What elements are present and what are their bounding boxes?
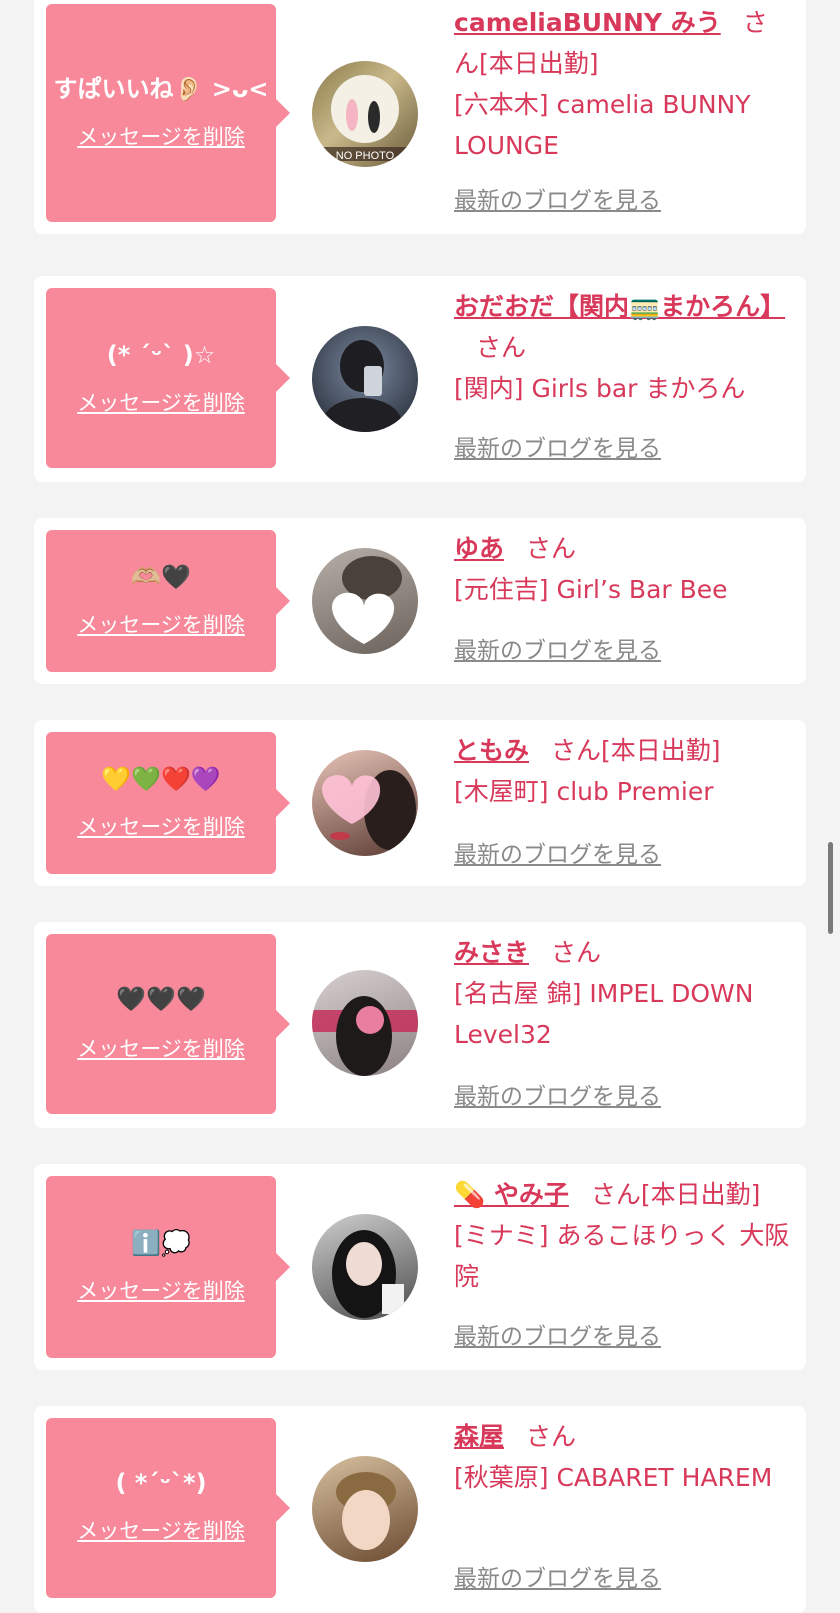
message-card: (* ˊᵕˋ )☆ メッセージを削除 おだおだ【関内🚃まかろん】さん [関内] …	[34, 276, 806, 482]
area-shop: [六本木] camelia BUNNY LOUNGE	[454, 90, 751, 160]
message-bubble: すぱいいね👂🏻 >ᴗ< メッセージを削除	[46, 4, 290, 222]
cast-name-link[interactable]: おだおだ【関内🚃まかろん】	[454, 292, 785, 321]
avatar[interactable]	[312, 548, 418, 654]
attendance-badge: [本日出勤]	[479, 49, 599, 78]
avatar[interactable]	[312, 326, 418, 432]
message-bubble: (* ˊᵕˋ )☆ メッセージを削除	[46, 288, 290, 468]
latest-blog-link[interactable]: 最新のブログを見る	[454, 1564, 661, 1594]
message-card: 💛💚❤️💜 メッセージを削除 ともみ さん[本日出勤] [木屋町] club Pr…	[34, 720, 806, 886]
message-text: ℹ️💭	[131, 1229, 191, 1257]
honorific: さん	[526, 1422, 577, 1451]
message-text: (* ˊᵕˋ )☆	[106, 341, 216, 369]
area-shop: [ミナミ] あるこほりっく 大阪院	[454, 1221, 790, 1291]
message-text: ( *ˊᵕˋ*)	[115, 1469, 207, 1497]
delete-message-link[interactable]: メッセージを削除	[46, 1518, 276, 1544]
message-bubble: 🫶🏼🖤 メッセージを削除	[46, 530, 290, 672]
honorific: さん	[551, 938, 602, 967]
cast-name-link[interactable]: 森屋	[454, 1422, 504, 1451]
delete-message-link[interactable]: メッセージを削除	[46, 814, 276, 840]
avatar[interactable]	[312, 1214, 418, 1320]
latest-blog-link[interactable]: 最新のブログを見る	[454, 840, 661, 870]
honorific: さん	[476, 333, 527, 362]
profile-info: おだおだ【関内🚃まかろん】さん [関内] Girls bar まかろん	[454, 286, 790, 409]
cast-name-link[interactable]: cameliaBUNNY みう	[454, 8, 721, 37]
message-text: 💛💚❤️💜	[101, 765, 221, 793]
area-shop: [木屋町] club Premier	[454, 777, 714, 806]
person-photo-icon	[332, 556, 402, 644]
honorific: さん	[526, 534, 577, 563]
latest-blog-link[interactable]: 最新のブログを見る	[454, 636, 661, 666]
honorific: さん	[551, 736, 602, 765]
latest-blog-link[interactable]: 最新のブログを見る	[454, 1082, 661, 1112]
cast-name-link[interactable]: 💊 やみ子	[454, 1180, 569, 1209]
person-photo-icon	[322, 340, 402, 432]
attendance-badge: [本日出勤]	[601, 736, 721, 765]
svg-text:NO PHOTO: NO PHOTO	[336, 150, 395, 162]
avatar[interactable]	[312, 750, 418, 856]
profile-info: みさき さん [名古屋 錦] IMPEL DOWN Level32	[454, 932, 790, 1055]
latest-blog-link[interactable]: 最新のブログを見る	[454, 1322, 661, 1352]
delete-message-link[interactable]: メッセージを削除	[46, 1278, 276, 1304]
person-photo-icon	[322, 770, 416, 850]
avatar[interactable]	[312, 1456, 418, 1562]
profile-info: 💊 やみ子 さん[本日出勤] [ミナミ] あるこほりっく 大阪院	[454, 1174, 790, 1297]
delete-message-link[interactable]: メッセージを削除	[46, 612, 276, 638]
person-photo-icon	[312, 996, 418, 1076]
profile-info: ゆあ さん [元住吉] Girl’s Bar Bee	[454, 528, 790, 610]
attendance-badge: [本日出勤]	[640, 1180, 761, 1209]
message-bubble: ℹ️💭 メッセージを削除	[46, 1176, 290, 1358]
delete-message-link[interactable]: メッセージを削除	[46, 390, 276, 416]
message-text: 🖤🖤🖤	[116, 985, 206, 1013]
latest-blog-link[interactable]: 最新のブログを見る	[454, 434, 661, 464]
message-bubble: 🖤🖤🖤 メッセージを削除	[46, 934, 290, 1114]
message-bubble: ( *ˊᵕˋ*) メッセージを削除	[46, 1418, 290, 1598]
profile-info: 森屋 さん [秋葉原] CABARET HAREM	[454, 1416, 790, 1498]
profile-info: ともみ さん[本日出勤] [木屋町] club Premier	[454, 730, 790, 812]
message-card: すぱいいね👂🏻 >ᴗ< メッセージを削除 NO PHOTO cameliaBUN…	[34, 0, 806, 234]
profile-info: cameliaBUNNY みう さん[本日出勤] [六本木] camelia BU…	[454, 2, 790, 166]
message-card: 🖤🖤🖤 メッセージを削除 みさき さん [名古屋 錦] IMPEL DOWN Le…	[34, 922, 806, 1128]
delete-message-link[interactable]: メッセージを削除	[46, 124, 276, 150]
cast-name-link[interactable]: みさき	[454, 938, 529, 967]
scrollbar[interactable]	[828, 842, 833, 934]
message-card: ( *ˊᵕˋ*) メッセージを削除 森屋 さん [秋葉原] CABARET HAR…	[34, 1406, 806, 1613]
message-text: すぱいいね👂🏻 >ᴗ<	[53, 75, 269, 103]
message-text: 🫶🏼🖤	[131, 563, 191, 591]
cast-name-link[interactable]: ゆあ	[454, 534, 504, 563]
message-bubble: 💛💚❤️💜 メッセージを削除	[46, 732, 290, 874]
area-shop: [元住吉] Girl’s Bar Bee	[454, 575, 728, 604]
delete-message-link[interactable]: メッセージを削除	[46, 1036, 276, 1062]
person-photo-icon	[336, 1472, 396, 1550]
cast-name-link[interactable]: ともみ	[454, 736, 529, 765]
area-shop: [名古屋 錦] IMPEL DOWN Level32	[454, 979, 754, 1049]
avatar[interactable]	[312, 970, 418, 1076]
area-shop: [秋葉原] CABARET HAREM	[454, 1463, 773, 1492]
bunny-logo-icon: NO PHOTO	[320, 75, 410, 162]
latest-blog-link[interactable]: 最新のブログを見る	[454, 186, 661, 216]
area-shop: [関内] Girls bar まかろん	[454, 374, 746, 403]
message-card: ℹ️💭 メッセージを削除 💊 やみ子 さん[本日出勤] [ミナミ] あるこほりっく…	[34, 1164, 806, 1370]
person-photo-icon	[332, 1230, 404, 1318]
honorific: さん	[590, 1180, 641, 1209]
avatar[interactable]: NO PHOTO	[312, 61, 418, 167]
message-list: すぱいいね👂🏻 >ᴗ< メッセージを削除 NO PHOTO cameliaBUN…	[0, 0, 840, 1613]
message-card: 🫶🏼🖤 メッセージを削除 ゆあ さん [元住吉] Girl’s Bar Bee 最…	[34, 518, 806, 684]
